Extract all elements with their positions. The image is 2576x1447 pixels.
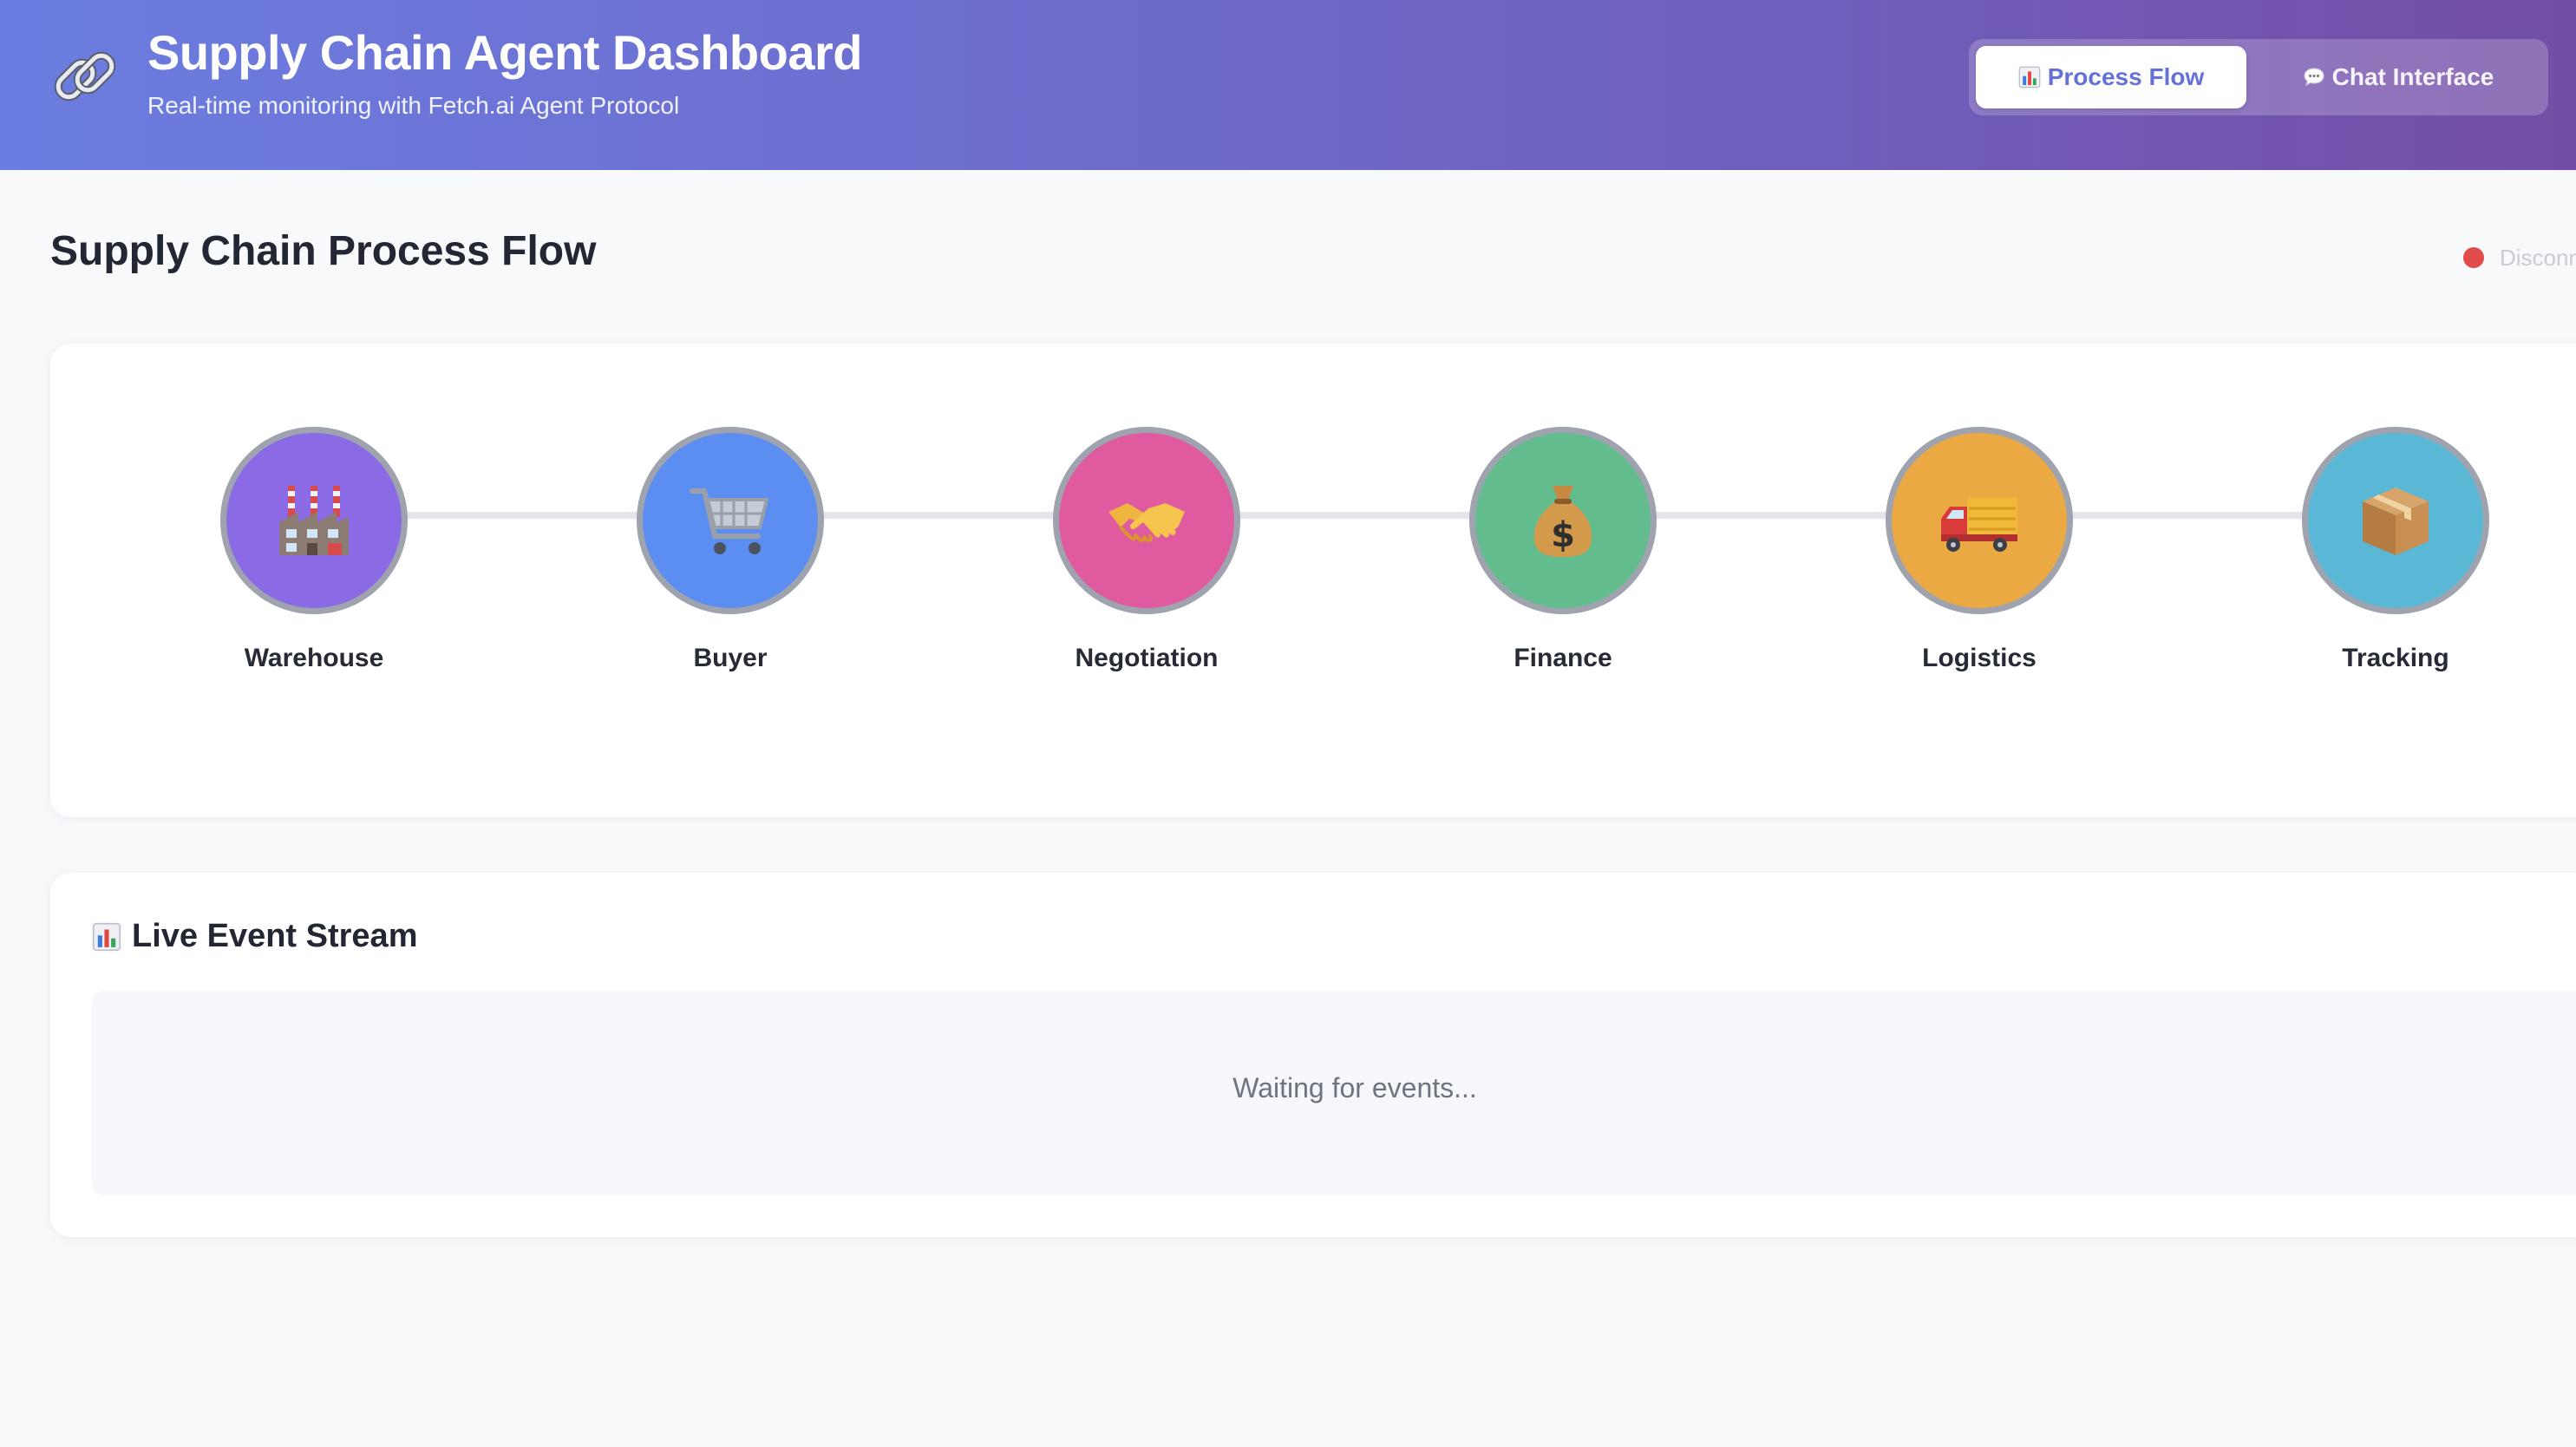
svg-text:$: $ [1551,515,1575,555]
bar-chart-icon [2018,66,2041,88]
process-flow-title: Supply Chain Process Flow [50,228,597,274]
stage-tracking[interactable]: Tracking [2239,427,2552,673]
delivery-truck-icon [1941,498,2017,552]
stage-circle [637,427,824,614]
bar-chart-icon [92,922,121,952]
package-icon [2363,488,2429,555]
stage-warehouse[interactable]: Warehouse [158,427,470,673]
stage-logistics[interactable]: Logistics [1823,427,2135,673]
shopping-cart-icon [690,488,768,554]
stage-label: Finance [1514,644,1612,672]
stage-label: Negotiation [1075,644,1219,672]
app-header: Supply Chain Agent Dashboard Real-time m… [0,0,2576,170]
view-tabs: Process Flow Chat Interface [1969,39,2548,115]
tab-chat-interface[interactable]: Chat Interface [2255,46,2541,108]
speech-bubble-icon [2304,68,2324,87]
stage-label: Tracking [2342,644,2449,672]
tab-process-flow[interactable]: Process Flow [1976,46,2246,108]
stage-circle [2302,427,2489,614]
stage-circle [1053,427,1240,614]
tab-chat-interface-label: Chat Interface [2331,63,2494,90]
app-subtitle: Real-time monitoring with Fetch.ai Agent… [147,92,680,119]
stage-buyer[interactable]: Buyer [574,427,886,673]
stage-circle [220,427,408,614]
stage-circle [1886,427,2073,614]
money-bag-icon: $ [1533,486,1592,557]
stage-label: Warehouse [244,644,384,672]
stage-label: Logistics [1922,644,2037,672]
event-stream-title-label: Live Event Stream [132,918,418,954]
event-stream-title: Live Event Stream [92,918,417,955]
link-chain-icon [54,51,116,101]
factory-icon [279,486,349,555]
stage-finance[interactable]: $ Finance [1407,427,1719,673]
stage-label: Buyer [693,644,768,672]
status-dot [2463,247,2484,268]
tab-process-flow-label: Process Flow [2047,63,2205,90]
connection-status: Disconnected [2463,246,2576,269]
handshake-icon [1108,503,1185,543]
stage-circle: $ [1469,427,1657,614]
event-empty-message: Waiting for events... [1232,1072,1477,1103]
app-title: Supply Chain Agent Dashboard [147,25,862,80]
stage-negotiation[interactable]: Negotiation [991,427,1303,673]
connection-status-label: Disconnected [2500,246,2576,269]
